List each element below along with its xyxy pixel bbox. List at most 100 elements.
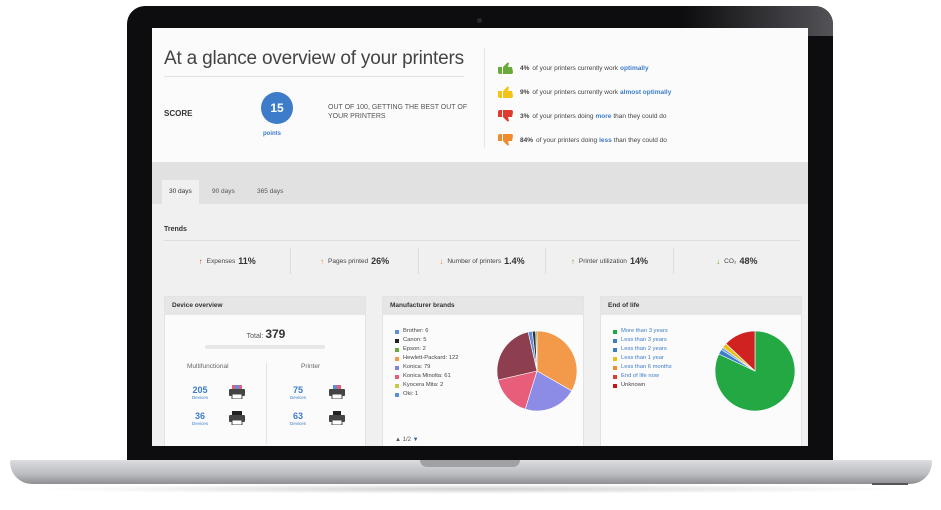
total-value: 379	[265, 327, 286, 341]
status-link[interactable]: more	[595, 113, 611, 120]
arrow-up-icon: ↑	[320, 256, 325, 266]
legend-item[interactable]: Oki: 1	[395, 390, 458, 399]
legend-pager[interactable]: ▲ 1/2 ▼	[395, 437, 419, 443]
legend-label: Konica: 79	[403, 364, 431, 370]
thumbs-down-icon	[498, 110, 513, 122]
arrow-down-icon: ↓	[716, 256, 721, 266]
score-unit: points	[263, 131, 281, 137]
trends-title: Trends	[164, 226, 187, 233]
card-title: Manufacturer brands	[383, 297, 583, 315]
trends-row: ↑ Expenses 11% ↑ Pages printed 26% ↓ Number of …	[164, 248, 800, 274]
legend-swatch	[395, 365, 399, 370]
mf-bw-count[interactable]: 36	[185, 411, 215, 421]
status-percent: 3%	[520, 112, 530, 120]
trend-value: 11%	[238, 256, 256, 266]
legend-swatch	[613, 365, 617, 370]
status-item: 84% of your printers doing less than they c…	[498, 128, 673, 152]
mf-color-count[interactable]: 205	[185, 385, 215, 395]
legend-swatch	[395, 347, 399, 352]
trend-value: 1.4%	[504, 256, 525, 266]
color-printer-icon	[329, 385, 345, 399]
legend-item[interactable]: Hewlett-Packard: 122	[395, 354, 458, 363]
legend-swatch	[613, 383, 617, 388]
card-title: End of life	[601, 297, 801, 315]
legend-item[interactable]: Konica: 79	[395, 363, 458, 372]
legend-swatch	[395, 356, 399, 361]
tab-bar: 30 days 90 days 365 days	[152, 162, 808, 204]
legend-label: Canon: 5	[403, 337, 427, 343]
legend-label: Less than 2 years	[621, 346, 667, 352]
devices-unit: Devices	[289, 395, 306, 400]
status-link[interactable]: less	[599, 137, 612, 144]
legend-swatch	[395, 383, 399, 388]
trend-label: Number of printers	[447, 257, 502, 265]
status-list: 4% of your printers currently work optimal…	[498, 56, 673, 152]
trend-label: Expenses	[206, 257, 236, 265]
trend-value: 48%	[739, 256, 758, 266]
legend-item[interactable]: Kyocera Mita: 2	[395, 381, 458, 390]
legend-item[interactable]: Less than 6 months	[613, 363, 672, 372]
status-text-end: than they could do	[613, 136, 667, 144]
camera-icon	[477, 18, 482, 23]
status-item: 4% of your printers currently work optimal…	[498, 56, 673, 80]
legend-item[interactable]: Less than 1 year	[613, 354, 672, 363]
status-percent: 9%	[520, 88, 530, 96]
score-label: SCORE	[164, 109, 193, 118]
card-title: Device overview	[165, 297, 365, 315]
end-of-life-pie-chart	[714, 330, 796, 412]
legend-item[interactable]: End of life now	[613, 372, 672, 381]
devices-unit: Devices	[289, 421, 306, 426]
legend-item[interactable]: Unknown	[613, 381, 672, 390]
status-item: 9% of your printers currently work almost …	[498, 80, 673, 104]
legend-swatch	[395, 329, 399, 334]
legend-item[interactable]: Epson: 2	[395, 345, 458, 354]
trend-value: 14%	[629, 256, 648, 266]
tab-365-days[interactable]: 365 days	[250, 180, 290, 204]
legend-item[interactable]: Brother: 6	[395, 327, 458, 336]
score-badge: 15	[261, 92, 293, 124]
end-of-life-card: End of life More than 3 years Less than 3…	[600, 296, 802, 446]
printer-color-count[interactable]: 75	[283, 385, 313, 395]
pager-text: 1/2	[402, 437, 411, 443]
legend-label: Brother: 6	[403, 328, 429, 334]
device-overview-card: Device overview Total: 379 Multifunction…	[164, 296, 366, 446]
legend-label: More than 3 years	[621, 328, 668, 334]
trend-item: ↑ Expenses 11%	[164, 248, 292, 274]
trend-label: Pages printed	[328, 257, 369, 265]
manufacturer-brands-card: Manufacturer brands Brother: 6 Canon: 5 Ep…	[382, 296, 584, 446]
legend-item[interactable]: Canon: 5	[395, 336, 458, 345]
legend-label: Less than 3 years	[621, 337, 667, 343]
score-description: OUT OF 100, GETTING THE BEST OUT OF YOUR…	[328, 104, 468, 120]
legend-swatch	[395, 338, 399, 343]
legend-item[interactable]: More than 3 years	[613, 327, 672, 336]
laptop-indicator	[872, 483, 908, 485]
manufacturer-pie-chart	[496, 330, 578, 412]
thumbs-up-icon	[498, 86, 513, 98]
trend-label: CO₂	[724, 257, 737, 265]
status-link[interactable]: optimally	[620, 65, 649, 72]
status-text: of your printers currently work	[532, 88, 619, 96]
thumbs-up-icon	[498, 62, 513, 74]
arrow-up-icon: ↑	[570, 256, 575, 266]
printer-bw-count[interactable]: 63	[283, 411, 313, 421]
legend-item[interactable]: Less than 2 years	[613, 345, 672, 354]
trend-item: ↓ CO₂ 48%	[674, 248, 800, 274]
status-link[interactable]: almost optimally	[620, 89, 671, 96]
legend-item[interactable]: Konica Minolta: 61	[395, 372, 458, 381]
legend-swatch	[395, 392, 399, 397]
tab-90-days[interactable]: 90 days	[205, 180, 242, 204]
thumbs-down-icon	[498, 134, 513, 146]
legend-label: Oki: 1	[403, 391, 419, 397]
tab-30-days[interactable]: 30 days	[162, 180, 199, 204]
laptop-shadow	[30, 484, 910, 494]
column-divider	[266, 363, 267, 443]
bw-mfp-icon	[229, 411, 245, 425]
status-text: of your printers doing	[532, 112, 594, 120]
pager-up-icon[interactable]: ▲	[395, 437, 401, 443]
laptop-notch	[420, 460, 520, 467]
trend-item: ↓ Number of printers 1.4%	[419, 248, 547, 274]
pager-down-icon[interactable]: ▼	[413, 437, 419, 443]
total-label: Total:	[246, 333, 264, 340]
legend-item[interactable]: Less than 3 years	[613, 336, 672, 345]
trend-item: ↑ Pages printed 26%	[291, 248, 419, 274]
